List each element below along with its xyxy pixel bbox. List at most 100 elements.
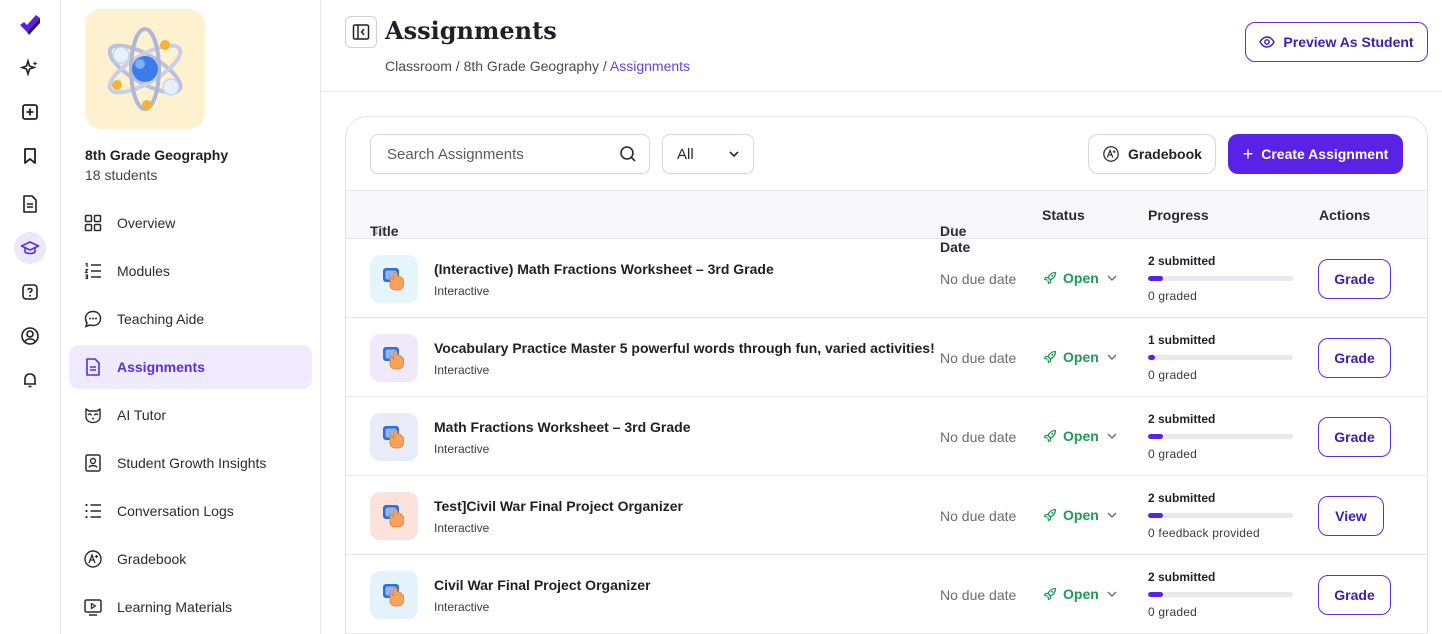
list-bullet-icon — [83, 501, 103, 521]
status-dropdown[interactable]: Open — [1043, 507, 1119, 523]
assignment-title[interactable]: Vocabulary Practice Master 5 powerful wo… — [434, 340, 935, 356]
column-header-progress: Progress — [1148, 207, 1209, 223]
grid-icon — [83, 213, 103, 233]
page-header: Assignments Classroom / 8th Grade Geogra… — [321, 0, 1442, 92]
nav-label: Overview — [117, 215, 176, 231]
assignment-title[interactable]: Math Fractions Worksheet – 3rd Grade — [434, 419, 690, 435]
status-dropdown[interactable]: Open — [1043, 349, 1119, 365]
status-label: Open — [1063, 586, 1099, 602]
progress-bar — [1148, 513, 1293, 518]
status-label: Open — [1063, 270, 1099, 286]
chevron-down-icon — [1107, 512, 1117, 518]
assignment-title[interactable]: Civil War Final Project Organizer — [434, 577, 651, 593]
grade-button[interactable]: Grade — [1318, 575, 1391, 615]
view-button[interactable]: View — [1318, 496, 1384, 536]
assignment-type: Interactive — [434, 284, 490, 298]
progress-bar-fill — [1148, 276, 1163, 281]
table-row[interactable]: Math Fractions Worksheet – 3rd Grade Int… — [346, 397, 1427, 476]
progress-bar — [1148, 434, 1293, 439]
table-row[interactable]: Test]Civil War Final Project Organizer I… — [346, 476, 1427, 555]
submitted-count: 2 submitted — [1148, 254, 1216, 268]
plus-icon: + — [1242, 143, 1254, 164]
app-logo-icon[interactable] — [17, 12, 43, 38]
table-header: Title ↓↑ Due Date ↓↑ Status Progress Actio… — [346, 190, 1427, 255]
assignment-thumbnail — [370, 571, 418, 619]
bookmark-icon[interactable] — [14, 140, 46, 172]
nav-item-ai-tutor[interactable]: AI Tutor — [69, 393, 312, 437]
assignment-type: Interactive — [434, 363, 490, 377]
progress-bar — [1148, 355, 1293, 360]
eye-icon — [1259, 36, 1276, 48]
sparkle-icon[interactable] — [14, 52, 46, 84]
nav-label: Teaching Aide — [117, 311, 205, 327]
graded-count: 0 graded — [1148, 447, 1197, 461]
graduation-cap-icon[interactable] — [14, 232, 46, 264]
breadcrumb-separator: / — [602, 58, 607, 74]
table-row[interactable]: Civil War Final Project Organizer Intera… — [346, 555, 1427, 634]
nav-item-modules[interactable]: Modules — [69, 249, 312, 293]
class-image — [85, 9, 205, 129]
sort-icon[interactable]: ↓↑ — [374, 223, 386, 237]
video-play-icon — [83, 597, 103, 617]
icon-rail — [0, 0, 61, 634]
assignment-thumbnail — [370, 255, 418, 303]
rocket-icon — [1043, 271, 1057, 285]
nav-item-conversation-logs[interactable]: Conversation Logs — [69, 489, 312, 533]
graded-count: 0 graded — [1148, 605, 1197, 619]
touch-hand-icon — [383, 347, 404, 370]
status-filter-select[interactable]: All — [662, 134, 754, 174]
progress-bar-fill — [1148, 592, 1163, 597]
status-dropdown[interactable]: Open — [1043, 586, 1119, 602]
create-assignment-button[interactable]: + Create Assignment — [1228, 134, 1403, 174]
nav-item-overview[interactable]: Overview — [69, 201, 312, 245]
rocket-icon — [1043, 508, 1057, 522]
breadcrumb-link-class[interactable]: 8th Grade Geography — [464, 58, 599, 74]
nav-label: AI Tutor — [117, 407, 167, 423]
search-icon[interactable] — [619, 145, 637, 163]
table-row[interactable]: (Interactive) Math Fractions Worksheet –… — [346, 239, 1427, 318]
grade-button[interactable]: Grade — [1318, 259, 1391, 299]
status-dropdown[interactable]: Open — [1043, 270, 1119, 286]
due-date: No due date — [940, 350, 1017, 366]
create-label: Create Assignment — [1261, 146, 1389, 162]
profile-icon[interactable] — [14, 320, 46, 352]
status-label: Open — [1063, 507, 1099, 523]
preview-as-student-button[interactable]: Preview As Student — [1245, 22, 1428, 62]
nav-item-student-growth-insights[interactable]: Student Growth Insights — [69, 441, 312, 485]
nav-label: Conversation Logs — [117, 503, 234, 519]
search-input[interactable] — [387, 145, 619, 163]
status-label: Open — [1063, 428, 1099, 444]
progress-bar-fill — [1148, 434, 1163, 439]
grade-button[interactable]: Grade — [1318, 417, 1391, 457]
submitted-count: 2 submitted — [1148, 570, 1216, 584]
help-icon[interactable] — [14, 276, 46, 308]
breadcrumb-link-classroom[interactable]: Classroom — [385, 58, 452, 74]
assignments-panel: All Gradebook + Create Assignment Title↓… — [345, 116, 1428, 634]
sort-icon[interactable]: ↓↑ — [944, 223, 956, 237]
graded-count: 0 feedback provided — [1148, 526, 1260, 540]
add-document-icon[interactable] — [14, 96, 46, 128]
touch-hand-icon — [383, 584, 404, 607]
assignment-title[interactable]: (Interactive) Math Fractions Worksheet –… — [434, 261, 774, 277]
assignment-title[interactable]: Test]Civil War Final Project Organizer — [434, 498, 683, 514]
nav-item-assignments[interactable]: Assignments — [69, 345, 312, 389]
grade-button[interactable]: Grade — [1318, 338, 1391, 378]
document-icon[interactable] — [14, 188, 46, 220]
graded-count: 0 graded — [1148, 368, 1197, 382]
nav-item-teaching-aide[interactable]: Teaching Aide — [69, 297, 312, 341]
touch-hand-icon — [383, 268, 404, 291]
grade-icon — [1103, 146, 1119, 162]
status-dropdown[interactable]: Open — [1043, 428, 1119, 444]
graded-count: 0 graded — [1148, 289, 1197, 303]
bell-icon[interactable] — [14, 364, 46, 396]
document-icon — [83, 357, 103, 377]
table-row[interactable]: Vocabulary Practice Master 5 powerful wo… — [346, 318, 1427, 397]
assignment-type: Interactive — [434, 600, 490, 614]
nav-item-learning-materials[interactable]: Learning Materials — [69, 585, 312, 629]
collapse-sidebar-button[interactable] — [345, 16, 377, 48]
nav-item-gradebook[interactable]: Gradebook — [69, 537, 312, 581]
progress-bar-fill — [1148, 513, 1163, 518]
nav-label: Assignments — [117, 359, 205, 375]
gradebook-button[interactable]: Gradebook — [1088, 134, 1216, 174]
class-student-count: 18 students — [85, 167, 158, 183]
